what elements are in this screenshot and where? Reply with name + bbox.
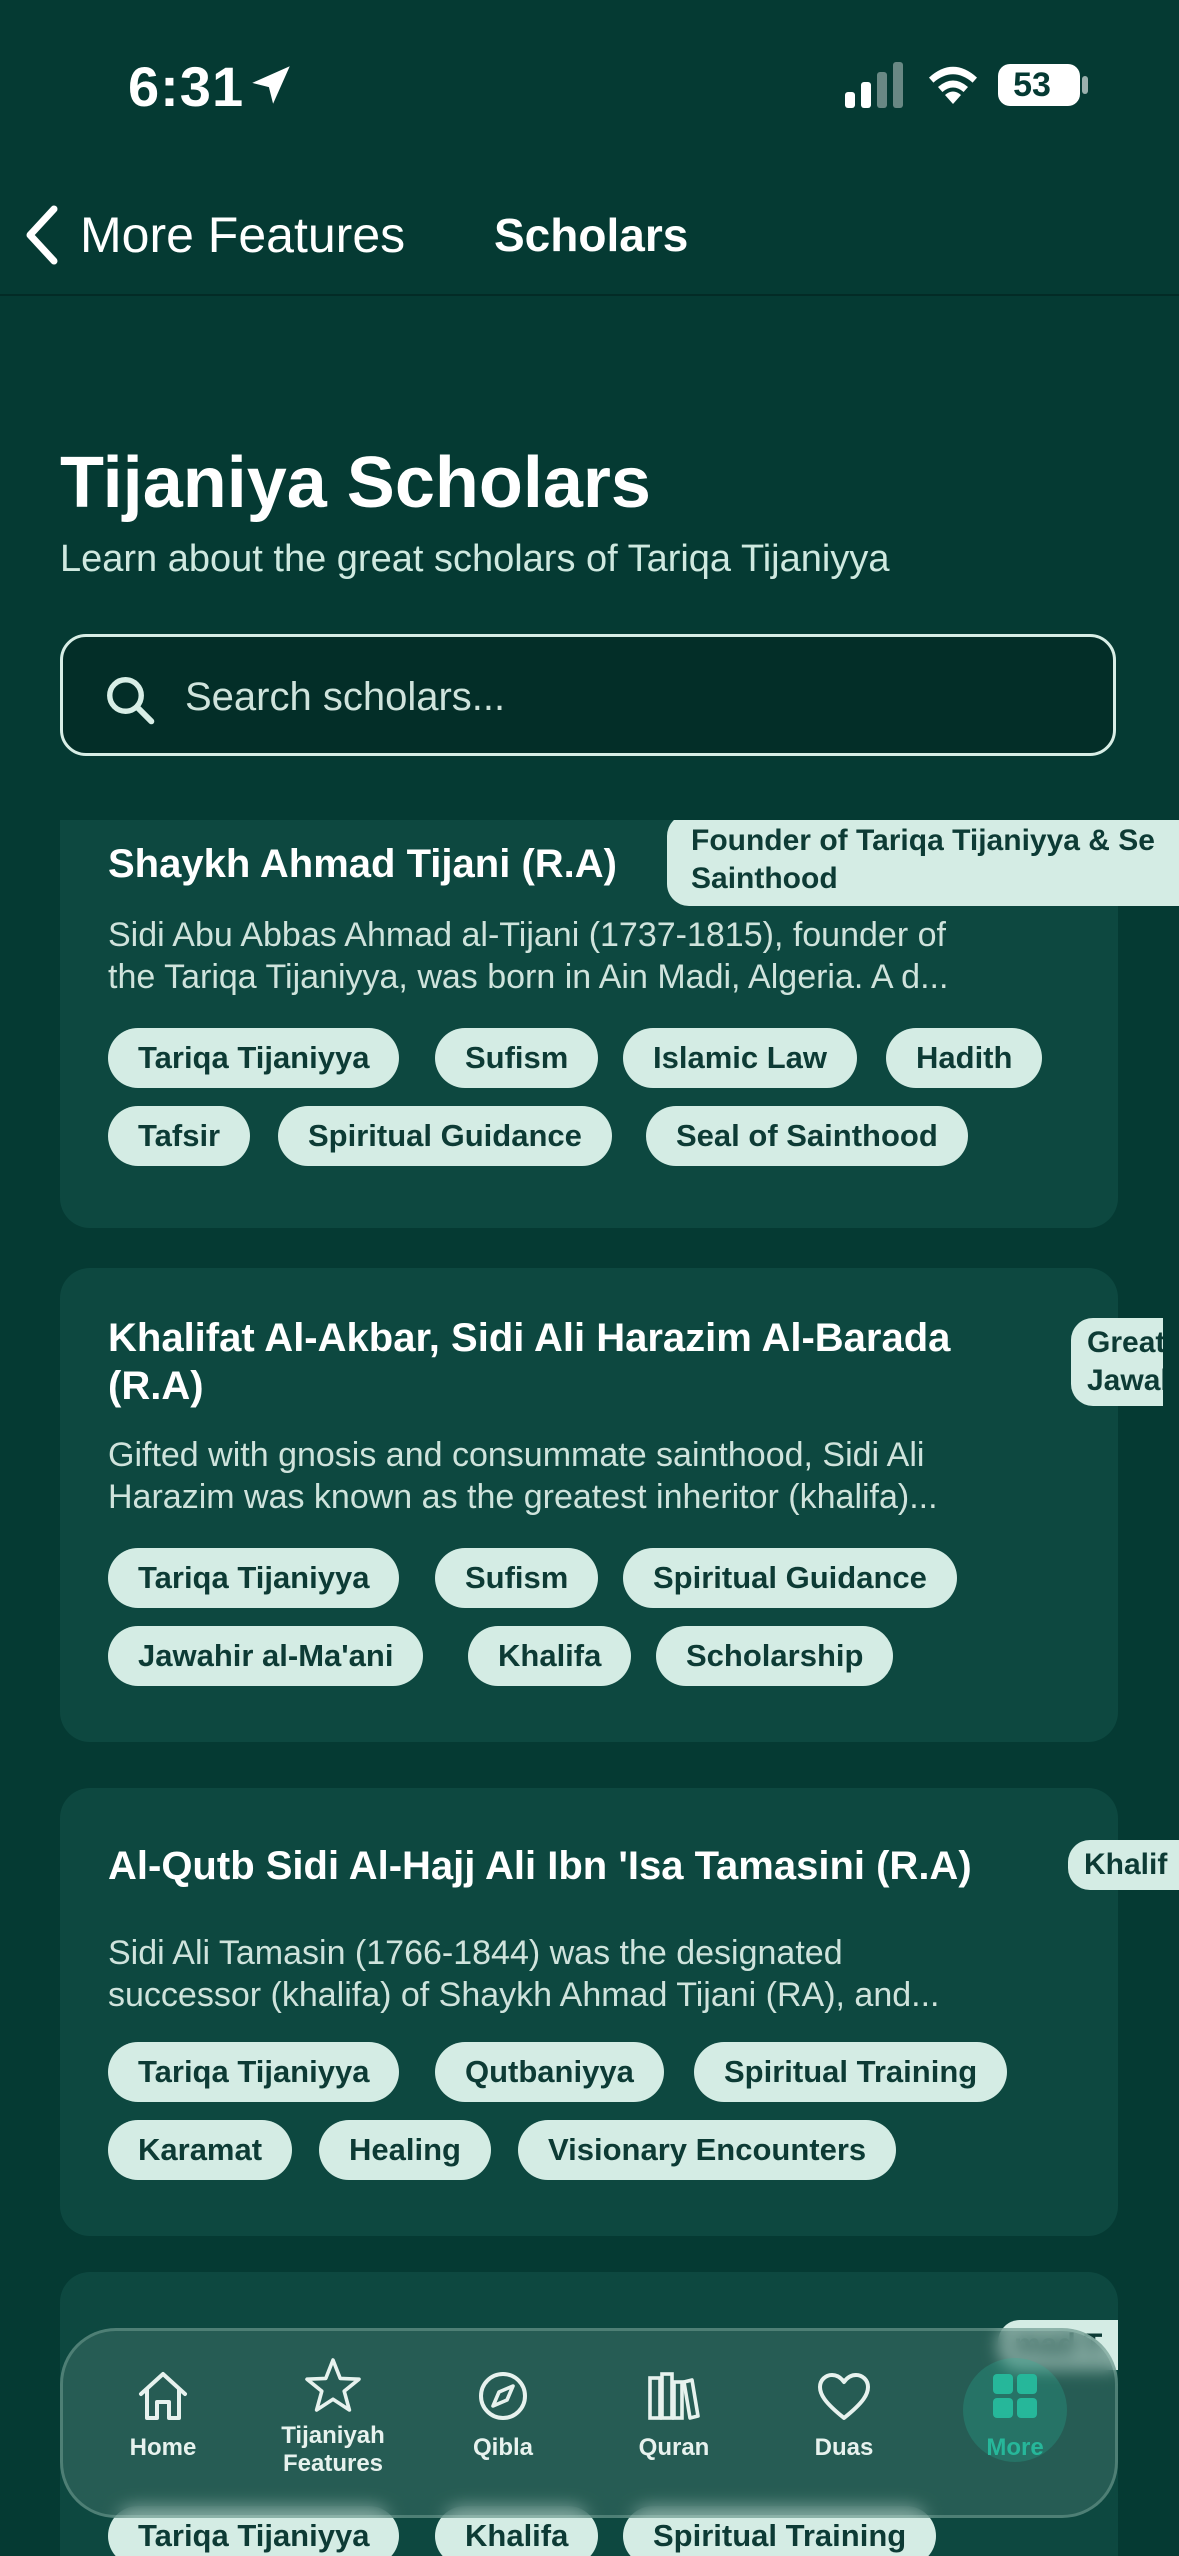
scholar-name: Shaykh Ahmad Tijani (R.A) bbox=[108, 842, 617, 886]
tag: Tafsir bbox=[108, 1106, 251, 1166]
scholar-description: Sidi Abu Abbas Ahmad al-Tijani (1737-181… bbox=[108, 914, 1088, 998]
home-icon bbox=[139, 2372, 187, 2420]
tag: Islamic Law bbox=[623, 1028, 858, 1088]
tag: Spiritual Training bbox=[694, 2042, 1008, 2102]
tag: Khalifa bbox=[468, 1626, 632, 1686]
search-icon bbox=[107, 677, 155, 725]
tab-duas[interactable]: Duas bbox=[759, 2364, 929, 2462]
scholar-card[interactable]: Al-Qutb Sidi Al-Hajj Ali Ibn 'Isa Tamasi… bbox=[60, 1788, 1179, 2236]
tag: Tariqa Tijaniyya bbox=[108, 1028, 400, 1088]
scholar-card[interactable]: Shaykh Ahmad Tijani (R.A) Founder of Tar… bbox=[60, 820, 1179, 1228]
tag: Hadith bbox=[886, 1028, 1043, 1088]
scholars-list[interactable]: Shaykh Ahmad Tijani (R.A) Founder of Tar… bbox=[0, 820, 1179, 2556]
description-line: Sidi Ali Tamasin (1766-1844) was the des… bbox=[108, 1934, 843, 1972]
wifi-icon bbox=[929, 66, 977, 104]
search-box[interactable] bbox=[60, 634, 1116, 756]
description-line: the Tariqa Tijaniyya, was born in Ain Ma… bbox=[108, 958, 949, 996]
tab-more[interactable]: More bbox=[930, 2364, 1100, 2462]
tag: Sufism bbox=[435, 1548, 599, 1608]
books-icon bbox=[648, 2372, 700, 2420]
scholar-title-badge: Great Jawal bbox=[1071, 1318, 1163, 1406]
name-line: Khalifat Al-Akbar, Sidi Ali Harazim Al-B… bbox=[108, 1316, 951, 1360]
description-line: successor (khalifa) of Shaykh Ahmad Tija… bbox=[108, 1976, 940, 2014]
tab-label: More bbox=[986, 2434, 1044, 2461]
tab-label: Home bbox=[129, 2434, 197, 2461]
description-line: Sidi Abu Abbas Ahmad al-Tijani (1737-181… bbox=[108, 916, 946, 954]
badge-line: Jawal bbox=[1087, 1364, 1163, 1397]
description-line: Harazim was known as the greatest inheri… bbox=[108, 1478, 938, 1516]
tag: Scholarship bbox=[656, 1626, 894, 1686]
scholar-card[interactable]: Khalifat Al-Akbar, Sidi Ali Harazim Al-B… bbox=[60, 1268, 1163, 1742]
page-title: Tijaniya Scholars bbox=[60, 443, 651, 523]
battery-indicator: 53 bbox=[998, 64, 1080, 106]
scholar-name: Khalifat Al-Akbar, Sidi Ali Harazim Al-B… bbox=[108, 1314, 950, 1410]
tab-qibla[interactable]: Qibla bbox=[418, 2364, 588, 2462]
tab-label-line: Tijaniyah bbox=[281, 2422, 385, 2449]
tag: Visionary Encounters bbox=[518, 2120, 897, 2180]
tab-label: Tijaniyah Features bbox=[248, 2422, 418, 2478]
tab-home[interactable]: Home bbox=[78, 2364, 248, 2462]
tab-label: Quran bbox=[638, 2434, 710, 2461]
scholar-title-badge: Founder of Tariqa Tijaniyya & Se Saintho… bbox=[667, 820, 1179, 906]
tag: Sufism bbox=[435, 1028, 599, 1088]
tag: Karamat bbox=[108, 2120, 293, 2180]
page-subtitle: Learn about the great scholars of Tariqa… bbox=[60, 538, 890, 580]
tag: Seal of Sainthood bbox=[646, 1106, 968, 1166]
tag: Tariqa Tijaniyya bbox=[108, 2042, 400, 2102]
badge-line: Sainthood bbox=[691, 862, 838, 895]
grid-icon bbox=[993, 2374, 1037, 2418]
star-icon bbox=[305, 2358, 361, 2412]
tag: Tariqa Tijaniyya bbox=[108, 1548, 400, 1608]
scholar-description: Gifted with gnosis and consummate sainth… bbox=[108, 1434, 1088, 1518]
scholar-name: Al-Qutb Sidi Al-Hajj Ali Ibn 'Isa Tamasi… bbox=[108, 1844, 972, 1888]
battery-cap bbox=[1082, 76, 1088, 94]
search-input[interactable] bbox=[183, 665, 1087, 729]
tab-label-line: Features bbox=[282, 2450, 384, 2477]
description-line: Gifted with gnosis and consummate sainth… bbox=[108, 1436, 925, 1474]
badge-line: Great bbox=[1087, 1326, 1163, 1359]
badge-line: Founder of Tariqa Tijaniyya & Se bbox=[691, 824, 1155, 857]
cellular-signal-icon bbox=[845, 62, 903, 108]
tab-label: Duas bbox=[814, 2434, 874, 2461]
battery-level: 53 bbox=[1013, 66, 1051, 104]
location-arrow-icon bbox=[252, 66, 290, 104]
scholar-title-badge: Khalif bbox=[1068, 1840, 1179, 1890]
nav-title: Scholars bbox=[494, 209, 689, 261]
tab-tijaniyah-features[interactable]: Tijaniyah Features bbox=[248, 2358, 418, 2478]
tag: Spiritual Guidance bbox=[278, 1106, 612, 1166]
tab-label: Qibla bbox=[472, 2434, 533, 2461]
tag: Spiritual Guidance bbox=[623, 1548, 957, 1608]
name-line: (R.A) bbox=[108, 1364, 204, 1408]
back-label: More Features bbox=[80, 207, 406, 263]
tag: Qutbaniyya bbox=[435, 2042, 664, 2102]
compass-icon bbox=[479, 2372, 527, 2420]
tag: Healing bbox=[319, 2120, 491, 2180]
tab-quran[interactable]: Quran bbox=[589, 2364, 759, 2462]
chevron-left-icon bbox=[26, 205, 58, 265]
status-time: 6:31 bbox=[128, 55, 245, 118]
heart-icon bbox=[818, 2373, 870, 2420]
scholar-description: Sidi Ali Tamasin (1766-1844) was the des… bbox=[108, 1932, 1088, 2016]
back-button[interactable]: More Features bbox=[22, 200, 405, 270]
tag: Jawahir al-Ma'ani bbox=[108, 1626, 424, 1686]
